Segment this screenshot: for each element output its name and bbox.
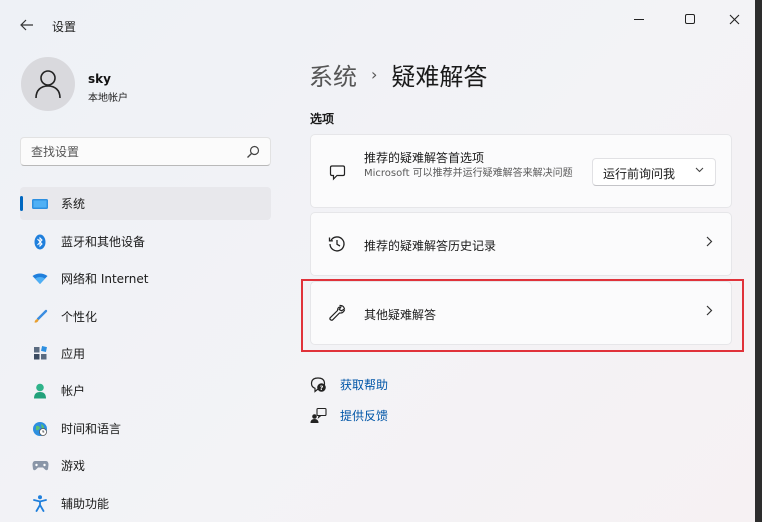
history-icon: [327, 234, 347, 254]
sidebar-item-apps[interactable]: 应用: [20, 337, 271, 370]
globe-clock-icon: [31, 420, 49, 438]
troubleshoot-history-card[interactable]: 推荐的疑难解答历史记录: [310, 212, 732, 276]
breadcrumb: 系统 › 疑难解答: [309, 57, 487, 91]
card-title: 推荐的疑难解答历史记录: [364, 239, 497, 253]
dropdown-value: 运行前询问我: [603, 167, 676, 181]
user-icon: [35, 70, 61, 99]
sidebar-item-time-language[interactable]: 时间和语言: [20, 412, 271, 445]
sidebar-item-label: 帐户: [61, 384, 86, 398]
gamepad-icon: [31, 457, 49, 475]
card-title: 推荐的疑难解答首选项: [364, 151, 485, 165]
page-title: 疑难解答: [391, 62, 488, 91]
back-button[interactable]: [16, 14, 38, 36]
sidebar-item-gaming[interactable]: 游戏: [20, 449, 271, 482]
highlight-annotation: [301, 279, 744, 352]
chevron-down-icon: [695, 166, 704, 176]
sidebar-item-accounts[interactable]: 帐户: [20, 374, 271, 407]
preferences-dropdown[interactable]: 运行前询问我: [592, 158, 716, 186]
link-label[interactable]: 提供反馈: [340, 407, 388, 424]
back-arrow-icon: [20, 19, 33, 31]
sidebar-item-personalization[interactable]: 个性化: [20, 300, 271, 333]
chevron-right-icon: [706, 236, 713, 251]
sidebar-item-system[interactable]: 系统: [20, 187, 271, 220]
apps-icon: [31, 345, 49, 363]
search-icon[interactable]: [246, 145, 260, 159]
chevron-right-icon: ›: [371, 64, 378, 84]
system-icon: [31, 195, 49, 213]
svg-text:?: ?: [319, 383, 323, 391]
sidebar-item-label: 个性化: [61, 310, 98, 324]
sidebar-item-label: 时间和语言: [61, 422, 122, 436]
wifi-icon: [31, 270, 49, 288]
section-title: 选项: [310, 112, 335, 126]
active-indicator: [20, 196, 23, 211]
sidebar-item-network[interactable]: 网络和 Internet: [20, 262, 271, 295]
account-type: 本地帐户: [88, 93, 128, 104]
sidebar-item-label: 系统: [61, 197, 86, 211]
app-title: 设置: [52, 20, 77, 34]
help-icon: ?: [309, 375, 327, 393]
desktop-edge: [755, 0, 762, 522]
sidebar-item-label: 应用: [61, 347, 86, 361]
account-icon: [31, 382, 49, 400]
breadcrumb-parent[interactable]: 系统: [309, 57, 357, 92]
chat-bubble-icon: [327, 162, 347, 182]
sidebar-item-label: 蓝牙和其他设备: [61, 235, 146, 249]
give-feedback-link[interactable]: 提供反馈: [309, 406, 388, 424]
close-button[interactable]: [717, 8, 751, 30]
avatar[interactable]: [21, 57, 75, 111]
search-input[interactable]: [31, 143, 241, 161]
sidebar-item-label: 辅助功能: [61, 497, 110, 511]
minimize-button[interactable]: [622, 8, 656, 30]
settings-window: 设置 sky 本地帐户 查找设置 系统 蓝牙和其他设备 网络和 Internet…: [0, 0, 755, 522]
brush-icon: [31, 308, 49, 326]
minimize-icon: [634, 18, 644, 20]
sidebar-item-accessibility[interactable]: 辅助功能: [20, 487, 271, 520]
sidebar-item-bluetooth[interactable]: 蓝牙和其他设备: [20, 225, 271, 258]
card-description: Microsoft 可以推荐并运行疑难解答来解决问题: [364, 168, 573, 179]
search-box[interactable]: [20, 137, 271, 166]
link-label[interactable]: 获取帮助: [340, 376, 388, 393]
accessibility-icon: [31, 495, 49, 513]
sidebar-item-label: 游戏: [61, 459, 86, 473]
maximize-button[interactable]: [673, 8, 707, 30]
maximize-icon: [685, 14, 695, 24]
get-help-link[interactable]: ? 获取帮助: [309, 375, 388, 393]
user-name: sky: [88, 72, 111, 86]
title-bar: 设置: [0, 0, 755, 44]
close-icon: [729, 14, 739, 24]
sidebar-item-label: 网络和 Internet: [61, 272, 149, 286]
bluetooth-icon: [31, 233, 49, 251]
feedback-icon: [309, 406, 327, 424]
